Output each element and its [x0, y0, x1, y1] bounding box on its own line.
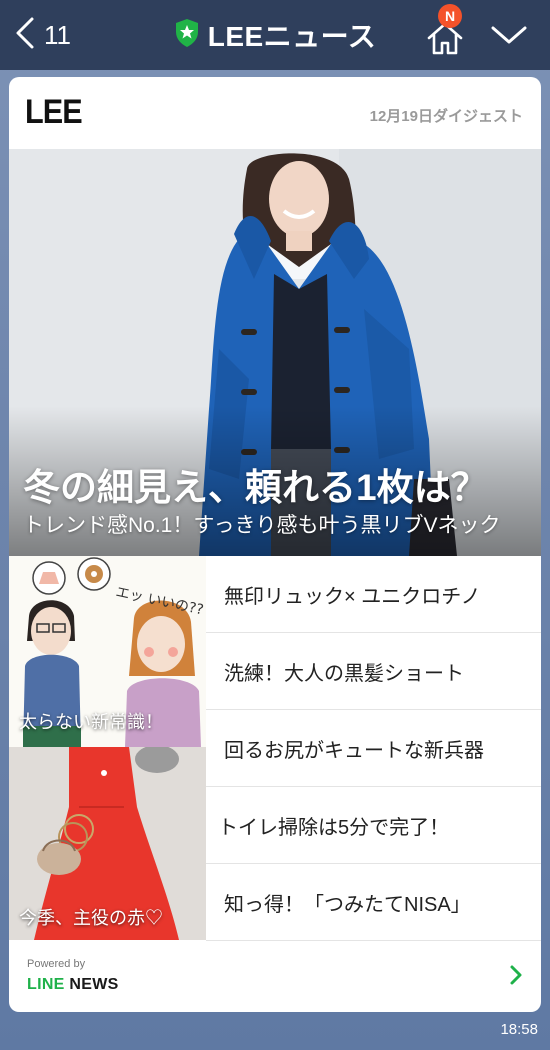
hero-article[interactable]: 冬の細見え、頼れる1枚は？ トレンド感No.1！すっきり感も叶う黒リブVネック	[9, 149, 541, 556]
chat-title: LEEニュース	[0, 16, 550, 54]
headline-item-5[interactable]: 知っ得！「つみたてNISA」	[206, 864, 541, 941]
digest-date: 12月19日ダイジェスト	[369, 108, 523, 125]
headline-item-3[interactable]: 回るお尻がキュートな新兵器	[206, 710, 541, 787]
headline-item-4[interactable]: トイレ掃除は5分で完了！	[206, 787, 541, 864]
news-logo-text: NEWS	[69, 976, 119, 993]
lee-logo: LEE	[25, 93, 83, 131]
thumbnail-article-1[interactable]: エッ いいの?? 太らない新常識！	[9, 556, 206, 747]
thumbnail-caption-2: 今季、主役の赤♡	[19, 908, 163, 928]
news-digest-card: LEE 12月19日ダイジェスト 冬の細見え、頼れる1枚は？ トレンド感No.1…	[9, 77, 541, 1012]
page-title: LEEニュース	[207, 21, 377, 52]
hero-subheadline: トレンド感No.1！すっきり感も叶う黒リブVネック	[23, 514, 501, 537]
card-footer[interactable]: Powered by LINE NEWS	[9, 940, 541, 1012]
headline-list: 無印リュック× ユニクロチノ 洗練！大人の黒髪ショート 回るお尻がキュートな新兵…	[206, 556, 541, 941]
chevron-down-icon	[490, 26, 528, 50]
home-button[interactable]: N	[424, 4, 466, 56]
thumbnail-article-2[interactable]: 今季、主役の赤♡	[9, 747, 206, 940]
headline-text: トイレ掃除は5分で完了！	[218, 816, 450, 839]
menu-toggle-button[interactable]	[490, 24, 530, 48]
top-navigation-bar: 11 LEEニュース N	[0, 0, 550, 70]
thumbnail-caption-1: 太らない新常識！	[19, 712, 163, 732]
powered-by-label: Powered by	[27, 958, 86, 970]
headline-item-1[interactable]: 無印リュック× ユニクロチノ	[206, 556, 541, 633]
line-logo-text: LINE	[27, 976, 65, 993]
hero-headline: 冬の細見え、頼れる1枚は？	[23, 467, 488, 508]
headline-item-2[interactable]: 洗練！大人の黒髪ショート	[206, 633, 541, 710]
headline-text: 無印リュック× ユニクロチノ	[224, 585, 481, 608]
official-account-shield-icon	[174, 18, 200, 52]
message-timestamp: 18:58	[500, 1021, 538, 1038]
chevron-right-icon[interactable]	[505, 962, 527, 988]
notification-badge: N	[438, 4, 462, 28]
card-header: LEE 12月19日ダイジェスト	[9, 77, 541, 149]
headline-text: 知っ得！「つみたてNISA」	[224, 893, 471, 916]
headline-text: 洗練！大人の黒髪ショート	[224, 662, 464, 685]
headline-text: 回るお尻がキュートな新兵器	[224, 739, 484, 762]
line-news-logo: LINE NEWS	[27, 976, 119, 994]
